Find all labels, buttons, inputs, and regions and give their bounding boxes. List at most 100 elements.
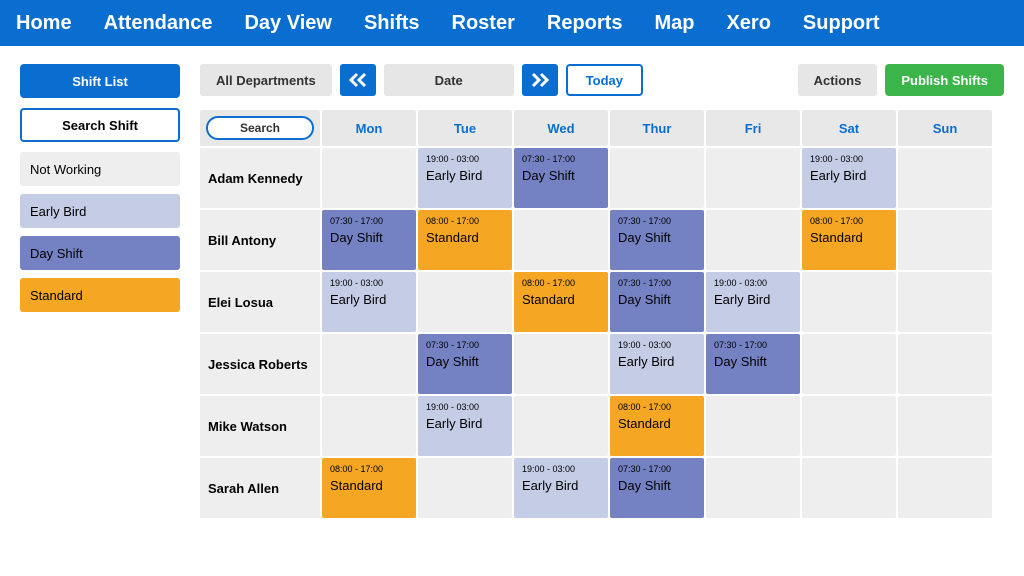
nav-map[interactable]: Map: [654, 12, 694, 35]
roster-cell[interactable]: [418, 458, 512, 518]
shift-block[interactable]: 07:30 - 17:00Day Shift: [610, 458, 704, 518]
roster-cell[interactable]: [898, 458, 992, 518]
roster-cell[interactable]: [418, 272, 512, 332]
departments-dropdown[interactable]: All Departments: [200, 64, 332, 96]
roster-cell[interactable]: [706, 210, 800, 270]
next-arrow-button[interactable]: [522, 64, 558, 96]
roster-cell[interactable]: 07:30 - 17:00Day Shift: [610, 210, 704, 270]
roster-cell[interactable]: [898, 334, 992, 394]
roster-cell[interactable]: 08:00 - 17:00Standard: [802, 210, 896, 270]
employee-name[interactable]: Sarah Allen: [200, 458, 320, 518]
shift-block[interactable]: 19:00 - 03:00Early Bird: [610, 334, 704, 394]
shift-block[interactable]: 19:00 - 03:00Early Bird: [706, 272, 800, 332]
roster-cell[interactable]: 07:30 - 17:00Day Shift: [418, 334, 512, 394]
day-header-fri[interactable]: Fri: [706, 110, 800, 146]
roster-cell[interactable]: [706, 148, 800, 208]
actions-button[interactable]: Actions: [798, 64, 878, 96]
shift-time: 08:00 - 17:00: [522, 278, 600, 288]
nav-home[interactable]: Home: [16, 12, 72, 35]
roster-cell[interactable]: 08:00 - 17:00Standard: [322, 458, 416, 518]
roster-cell[interactable]: 08:00 - 17:00Standard: [514, 272, 608, 332]
roster-cell[interactable]: [322, 148, 416, 208]
shift-block[interactable]: 19:00 - 03:00Early Bird: [322, 272, 416, 332]
shift-type-day-shift[interactable]: Day Shift: [20, 236, 180, 270]
nav-roster[interactable]: Roster: [452, 12, 515, 35]
day-header-wed[interactable]: Wed: [514, 110, 608, 146]
roster-cell[interactable]: 19:00 - 03:00Early Bird: [802, 148, 896, 208]
shift-type-standard[interactable]: Standard: [20, 278, 180, 312]
roster-cell[interactable]: [610, 148, 704, 208]
shift-block[interactable]: 08:00 - 17:00Standard: [802, 210, 896, 270]
shift-block[interactable]: 07:30 - 17:00Day Shift: [514, 148, 608, 208]
roster-cell[interactable]: 19:00 - 03:00Early Bird: [514, 458, 608, 518]
shift-block[interactable]: 19:00 - 03:00Early Bird: [802, 148, 896, 208]
day-header-sat[interactable]: Sat: [802, 110, 896, 146]
roster-cell[interactable]: 19:00 - 03:00Early Bird: [418, 396, 512, 456]
roster-cell[interactable]: 19:00 - 03:00Early Bird: [610, 334, 704, 394]
roster-cell[interactable]: [706, 396, 800, 456]
roster-cell[interactable]: [514, 396, 608, 456]
shift-type-label: Early Bird: [426, 416, 504, 431]
nav-day-view[interactable]: Day View: [244, 12, 331, 35]
today-button[interactable]: Today: [566, 64, 643, 96]
roster-cell[interactable]: [802, 396, 896, 456]
roster-cell[interactable]: [802, 272, 896, 332]
roster-cell[interactable]: [898, 272, 992, 332]
shift-block[interactable]: 08:00 - 17:00Standard: [418, 210, 512, 270]
roster-cell[interactable]: [322, 396, 416, 456]
roster-cell[interactable]: 07:30 - 17:00Day Shift: [322, 210, 416, 270]
nav-shifts[interactable]: Shifts: [364, 12, 420, 35]
roster-cell[interactable]: 08:00 - 17:00Standard: [418, 210, 512, 270]
shift-block[interactable]: 08:00 - 17:00Standard: [514, 272, 608, 332]
roster-cell[interactable]: [802, 334, 896, 394]
roster-cell[interactable]: [898, 148, 992, 208]
roster-cell[interactable]: 07:30 - 17:00Day Shift: [610, 272, 704, 332]
search-input[interactable]: Search: [206, 116, 314, 140]
roster-cell[interactable]: 19:00 - 03:00Early Bird: [322, 272, 416, 332]
date-picker[interactable]: Date: [384, 64, 514, 96]
shift-block[interactable]: 08:00 - 17:00Standard: [322, 458, 416, 518]
roster-cell[interactable]: 07:30 - 17:00Day Shift: [706, 334, 800, 394]
publish-shifts-button[interactable]: Publish Shifts: [885, 64, 1004, 96]
shift-block[interactable]: 19:00 - 03:00Early Bird: [418, 396, 512, 456]
employee-name[interactable]: Mike Watson: [200, 396, 320, 456]
day-header-tue[interactable]: Tue: [418, 110, 512, 146]
employee-name[interactable]: Elei Losua: [200, 272, 320, 332]
roster-cell[interactable]: [898, 210, 992, 270]
nav-xero[interactable]: Xero: [726, 12, 770, 35]
shift-type-early-bird[interactable]: Early Bird: [20, 194, 180, 228]
nav-attendance[interactable]: Attendance: [104, 12, 213, 35]
roster-cell[interactable]: [898, 396, 992, 456]
day-header-sun[interactable]: Sun: [898, 110, 992, 146]
employee-name[interactable]: Bill Antony: [200, 210, 320, 270]
shift-list-button[interactable]: Shift List: [20, 64, 180, 98]
search-shift-button[interactable]: Search Shift: [20, 108, 180, 142]
shift-block[interactable]: 08:00 - 17:00Standard: [610, 396, 704, 456]
day-header-thur[interactable]: Thur: [610, 110, 704, 146]
roster-cell[interactable]: 19:00 - 03:00Early Bird: [418, 148, 512, 208]
roster-cell[interactable]: [322, 334, 416, 394]
roster-cell[interactable]: [514, 210, 608, 270]
shift-block[interactable]: 19:00 - 03:00Early Bird: [514, 458, 608, 518]
nav-reports[interactable]: Reports: [547, 12, 623, 35]
shift-block[interactable]: 07:30 - 17:00Day Shift: [706, 334, 800, 394]
roster-cell[interactable]: [706, 458, 800, 518]
day-header-mon[interactable]: Mon: [322, 110, 416, 146]
roster-cell[interactable]: 07:30 - 17:00Day Shift: [514, 148, 608, 208]
shift-block[interactable]: 07:30 - 17:00Day Shift: [418, 334, 512, 394]
toolbar: All Departments Date Today Actions Publi…: [200, 64, 1004, 96]
prev-arrow-button[interactable]: [340, 64, 376, 96]
roster-cell[interactable]: [802, 458, 896, 518]
employee-name[interactable]: Jessica Roberts: [200, 334, 320, 394]
roster-cell[interactable]: 08:00 - 17:00Standard: [610, 396, 704, 456]
shift-block[interactable]: 19:00 - 03:00Early Bird: [418, 148, 512, 208]
roster-cell[interactable]: 19:00 - 03:00Early Bird: [706, 272, 800, 332]
roster-cell[interactable]: [514, 334, 608, 394]
shift-block[interactable]: 07:30 - 17:00Day Shift: [322, 210, 416, 270]
employee-name[interactable]: Adam Kennedy: [200, 148, 320, 208]
shift-type-not-working[interactable]: Not Working: [20, 152, 180, 186]
shift-block[interactable]: 07:30 - 17:00Day Shift: [610, 210, 704, 270]
nav-support[interactable]: Support: [803, 12, 880, 35]
roster-cell[interactable]: 07:30 - 17:00Day Shift: [610, 458, 704, 518]
shift-block[interactable]: 07:30 - 17:00Day Shift: [610, 272, 704, 332]
